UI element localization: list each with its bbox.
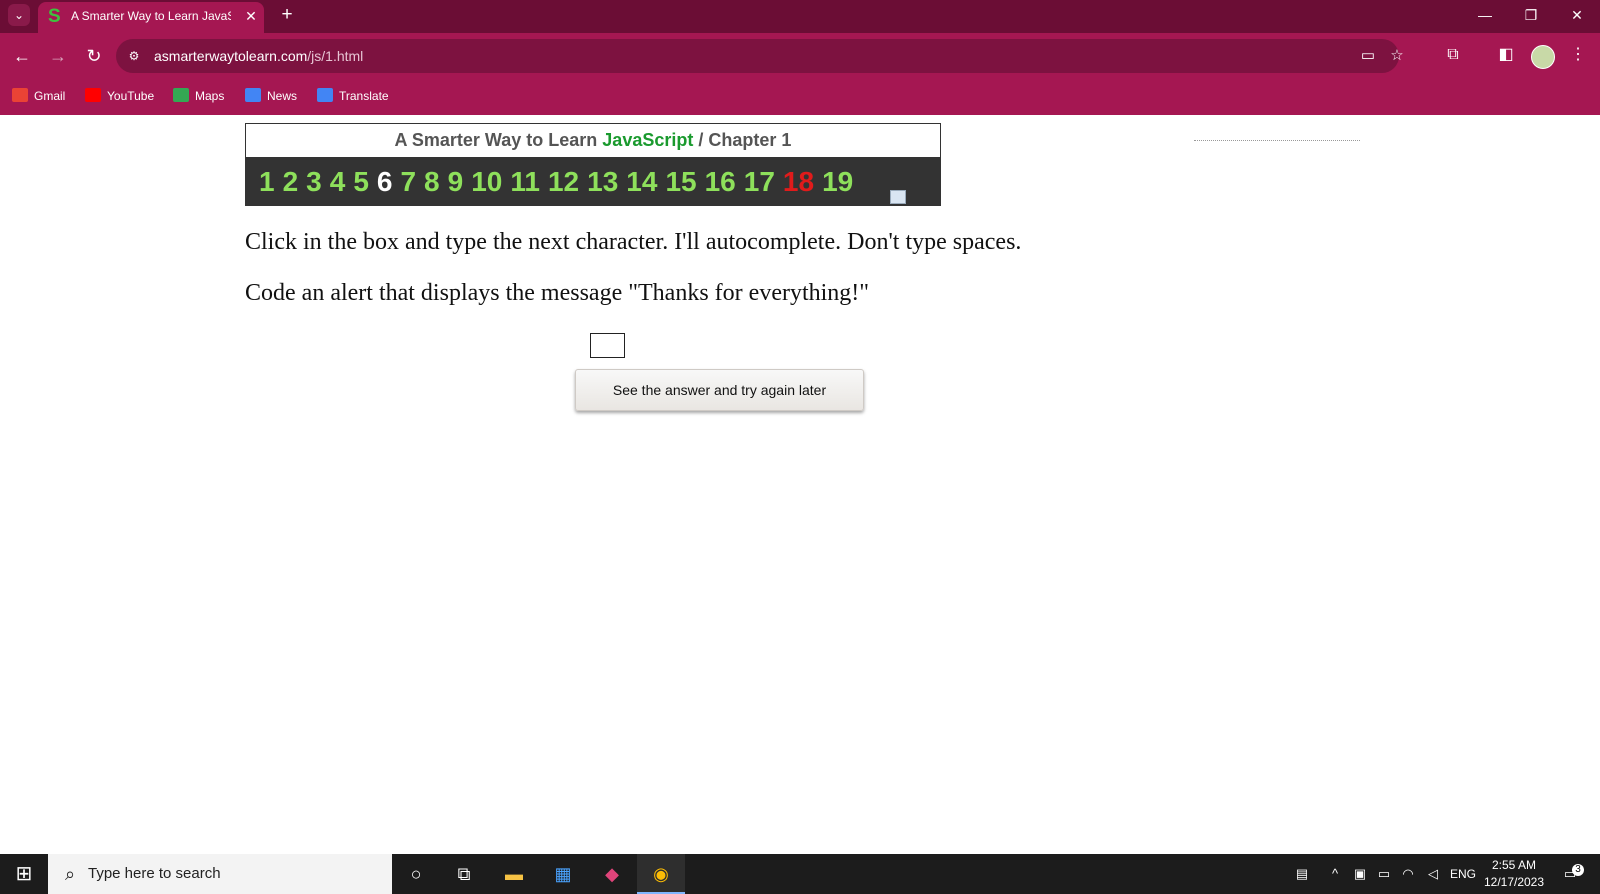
avatar[interactable] <box>1531 45 1555 69</box>
chapter-nav: 1 2 3 4 5 6 7 8 9 10 11 12 13 14 15 16 17 18 19 <box>246 157 940 205</box>
chapter-link[interactable]: 16 <box>705 166 736 197</box>
cortana-icon[interactable]: ○ <box>392 854 440 894</box>
task-view-icon[interactable]: ⧉ <box>440 854 488 894</box>
bookmark-star-icon[interactable]: ☆ <box>1388 47 1406 65</box>
chapter-link[interactable]: 9 <box>448 166 464 197</box>
site-favicon-icon: S <box>48 6 61 27</box>
bookmark-label: YouTube <box>107 89 155 103</box>
chapter-link[interactable]: 2 <box>283 166 299 197</box>
url-host: asmarterwaytolearn.com <box>154 48 308 64</box>
title-language: JavaScript <box>602 130 694 150</box>
chapter-link[interactable]: 14 <box>626 166 657 197</box>
language-indicator[interactable]: ENG <box>1448 854 1478 894</box>
tab-strip: ⌄ S A Smarter Way to Learn JavaScript ✕ … <box>0 0 1600 33</box>
bookmark-label: Translate <box>339 89 389 103</box>
clock[interactable]: 2:55 AM 12/17/2023 <box>1478 857 1550 891</box>
cast-blocked-icon[interactable]: ▭ <box>1359 47 1377 65</box>
close-window-button[interactable]: ✕ <box>1555 2 1599 28</box>
chapter-link[interactable]: 12 <box>548 166 579 197</box>
forward-icon[interactable]: → <box>45 43 71 69</box>
chapter-link[interactable]: 6 <box>377 166 393 197</box>
chapter-link[interactable]: 11 <box>510 166 540 197</box>
news-widget-icon[interactable]: ▤ <box>1288 854 1316 894</box>
minimize-button[interactable]: — <box>1463 2 1507 28</box>
chapter-link[interactable]: 5 <box>353 166 369 197</box>
chrome-icon[interactable]: ◉ <box>637 854 685 894</box>
translate-icon <box>317 88 333 102</box>
browser-tab[interactable]: S A Smarter Way to Learn JavaScript ✕ <box>38 2 264 33</box>
tab-search-button[interactable]: ⌄ <box>8 4 30 26</box>
tab-title: A Smarter Way to Learn JavaScript <box>71 9 231 23</box>
bookmark-news[interactable]: News <box>245 87 297 105</box>
url-path: /js/1.html <box>307 48 364 64</box>
wps-office-icon[interactable]: ◆ <box>588 854 636 894</box>
back-icon[interactable]: ← <box>9 43 35 69</box>
wifi-icon[interactable]: ◠ <box>1398 854 1418 894</box>
menu-icon[interactable]: ⋮ <box>1566 43 1590 67</box>
bookmark-maps[interactable]: Maps <box>173 87 224 105</box>
see-answer-button[interactable]: See the answer and try again later <box>575 369 864 411</box>
chapter-list: 1 2 3 4 5 6 7 8 9 10 11 12 13 14 15 16 17 18 19 <box>259 165 861 199</box>
chapter-link[interactable]: 10 <box>471 166 502 197</box>
bookmark-gmail[interactable]: Gmail <box>12 87 65 105</box>
bookmark-youtube[interactable]: YouTube <box>85 87 154 105</box>
exercise-prompt: Code an alert that displays the message … <box>245 280 870 306</box>
title-chapter: Chapter 1 <box>708 130 792 150</box>
answer-input[interactable] <box>590 333 625 358</box>
notifications-icon[interactable]: ▭ 3 <box>1556 854 1584 894</box>
chapter-link[interactable]: 17 <box>744 166 775 197</box>
file-explorer-icon[interactable]: ▬ <box>490 854 538 894</box>
windows-taskbar: ⊞ ⌕ Type here to search ○ ⧉ ▬ ▦ ◆ ◉ ▤ ^ … <box>0 854 1600 894</box>
search-placeholder: Type here to search <box>88 865 221 882</box>
chapter-link[interactable]: 4 <box>330 166 346 197</box>
chevron-down-icon: ⌄ <box>13 8 25 22</box>
chevron-up-icon[interactable]: ^ <box>1325 854 1345 894</box>
battery-icon[interactable]: ▭ <box>1374 854 1394 894</box>
chapter-link[interactable]: 18 <box>783 166 814 197</box>
chapter-link[interactable]: 19 <box>822 166 853 197</box>
notification-count: 3 <box>1572 864 1584 876</box>
broken-image-icon <box>890 190 906 204</box>
search-icon: ⌕ <box>64 864 76 884</box>
bookmark-label: News <box>267 89 298 103</box>
title-prefix: A Smarter Way to Learn <box>394 130 598 150</box>
address-bar[interactable]: ⚙ asmarterwaytolearn.com/js/1.html ▭ ☆ <box>116 39 1404 73</box>
clock-date: 12/17/2023 <box>1483 875 1545 889</box>
chapter-link[interactable]: 8 <box>424 166 440 197</box>
instruction-text: Click in the box and type the next chara… <box>245 229 1022 255</box>
bookmark-label: Maps <box>195 89 225 103</box>
url-text[interactable]: asmarterwaytolearn.com/js/1.html <box>154 48 363 64</box>
chapter-link[interactable]: 7 <box>400 166 416 197</box>
site-info-icon[interactable]: ⚙ <box>126 48 142 64</box>
decorative-dotted-line <box>1194 140 1360 141</box>
course-header: A Smarter Way to Learn JavaScript / Chap… <box>245 123 941 206</box>
page-title: A Smarter Way to Learn JavaScript / Chap… <box>246 124 940 156</box>
volume-icon[interactable]: ◁ <box>1422 854 1444 894</box>
new-tab-button[interactable]: + <box>276 4 298 26</box>
meet-icon[interactable]: ▣ <box>1350 854 1370 894</box>
clock-time: 2:55 AM <box>1491 858 1537 872</box>
chapter-link[interactable]: 3 <box>306 166 322 197</box>
browser-toolbar: ← → ↻ ⚙ asmarterwaytolearn.com/js/1.html… <box>0 33 1600 78</box>
store-icon[interactable]: ▦ <box>539 854 587 894</box>
tab-close-icon[interactable]: ✕ <box>243 8 259 24</box>
taskbar-search[interactable]: ⌕ Type here to search <box>48 854 392 894</box>
bookmark-label: Gmail <box>34 89 66 103</box>
chapter-link[interactable]: 1 <box>259 166 275 197</box>
bookmarks-bar: Gmail YouTube Maps News Translate <box>0 78 1600 115</box>
reload-icon[interactable]: ↻ <box>81 43 107 69</box>
gmail-icon <box>12 88 28 102</box>
news-icon <box>245 88 261 102</box>
extensions-icon[interactable]: ⧉ <box>1441 43 1465 67</box>
side-panel-icon[interactable]: ◧ <box>1494 43 1518 67</box>
title-separator: / <box>698 130 704 150</box>
chapter-link[interactable]: 13 <box>587 166 618 197</box>
chapter-link[interactable]: 15 <box>665 166 696 197</box>
maps-icon <box>173 88 189 102</box>
youtube-icon <box>85 88 101 102</box>
restore-button[interactable]: ❐ <box>1509 2 1553 28</box>
windows-start-icon[interactable]: ⊞ <box>0 854 48 894</box>
bookmark-translate[interactable]: Translate <box>317 87 389 105</box>
